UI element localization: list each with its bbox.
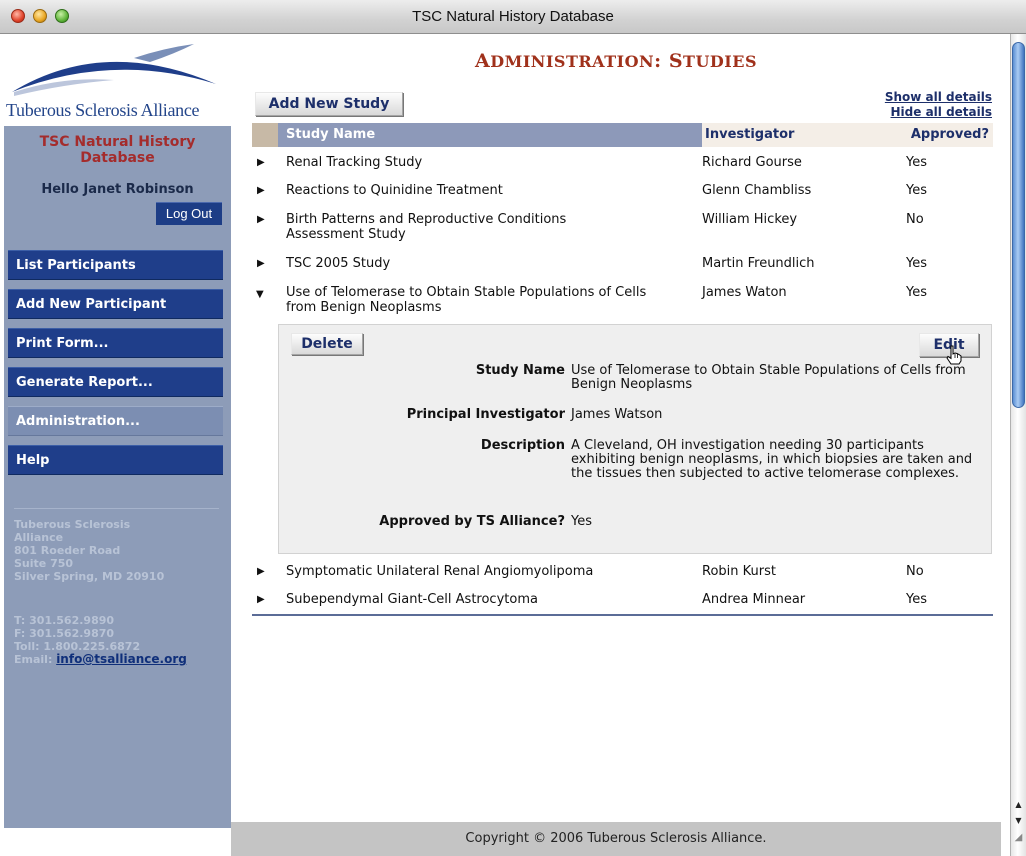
page-title-part: A bbox=[474, 50, 491, 72]
email-line: Email: info@tsalliance.org bbox=[14, 652, 187, 667]
show-all-details-link[interactable]: Show all details bbox=[885, 90, 992, 104]
detail-value-description: A Cleveland, OH investigation needing 30… bbox=[571, 438, 973, 481]
phone-number: T: 301.562.9890 bbox=[14, 614, 115, 627]
scroll-down-arrow-icon[interactable]: ▼ bbox=[1013, 816, 1024, 825]
study-name-cell: TSC 2005 Study bbox=[286, 256, 391, 271]
column-header-approved[interactable]: Approved? bbox=[911, 127, 989, 142]
address-line: 801 Roeder Road bbox=[14, 544, 121, 557]
approved-cell: Yes bbox=[906, 592, 927, 607]
expand-triangle-icon[interactable]: ▶ bbox=[257, 185, 265, 196]
investigator-cell: Andrea Minnear bbox=[702, 592, 806, 607]
expand-triangle-icon[interactable]: ▶ bbox=[257, 594, 265, 605]
logo[interactable]: Tuberous Sclerosis Alliance bbox=[4, 34, 231, 126]
email-link[interactable]: info@tsalliance.org bbox=[56, 652, 187, 666]
collapse-triangle-icon[interactable]: ▼ bbox=[256, 289, 264, 300]
expand-triangle-icon[interactable]: ▶ bbox=[257, 566, 265, 577]
investigator-cell: Richard Gourse bbox=[702, 155, 802, 170]
user-greeting: Hello Janet Robinson bbox=[41, 182, 194, 197]
study-name-cell: Subependymal Giant-Cell Astrocytoma bbox=[286, 592, 538, 607]
logout-button[interactable]: Log Out bbox=[156, 202, 222, 225]
approved-cell: No bbox=[906, 212, 924, 227]
add-new-study-button[interactable]: Add New Study bbox=[255, 92, 403, 116]
study-name-cell: Use of Telomerase to Obtain Stable Popul… bbox=[286, 285, 647, 315]
nav-add-new-participant[interactable]: Add New Participant bbox=[8, 289, 223, 319]
vertical-scrollbar[interactable]: ▲ ▼ ◢ bbox=[1010, 34, 1026, 856]
address-line: Tuberous Sclerosis bbox=[14, 518, 131, 531]
approved-cell: No bbox=[906, 564, 924, 579]
investigator-cell: William Hickey bbox=[702, 212, 798, 227]
approved-cell: Yes bbox=[906, 183, 927, 198]
detail-value-study-name: Use of Telomerase to Obtain Stable Popul… bbox=[571, 363, 966, 392]
copyright-text: Copyright © 2006 Tuberous Sclerosis Alli… bbox=[465, 831, 767, 846]
study-name-cell: Renal Tracking Study bbox=[286, 155, 423, 170]
logo-text: Tuberous Sclerosis Alliance bbox=[6, 100, 200, 120]
approved-cell: Yes bbox=[906, 155, 927, 170]
investigator-cell: Martin Freundlich bbox=[702, 256, 815, 271]
table-bottom-rule bbox=[252, 614, 993, 616]
table-header: Study Name Investigator Approved? bbox=[252, 123, 993, 147]
sidebar: Tuberous Sclerosis Alliance TSC Natural … bbox=[4, 34, 231, 828]
detail-value-approved: Yes bbox=[571, 514, 592, 529]
address-line: Alliance bbox=[14, 531, 64, 544]
main-content: ADMINISTRATION: STUDIES Add New Study Sh… bbox=[231, 34, 1001, 822]
fax-number: F: 301.562.9870 bbox=[14, 627, 115, 640]
expand-triangle-icon[interactable]: ▶ bbox=[257, 214, 265, 225]
page-title-part: TUDIES bbox=[683, 52, 758, 71]
swoosh-logo-icon bbox=[12, 44, 216, 96]
footer: Copyright © 2006 Tuberous Sclerosis Alli… bbox=[231, 822, 1001, 856]
study-name-cell: Reactions to Quinidine Treatment bbox=[286, 183, 503, 198]
hide-all-details-link[interactable]: Hide all details bbox=[891, 105, 993, 119]
nav-administration[interactable]: Administration... bbox=[8, 406, 223, 436]
hand-cursor-icon bbox=[946, 345, 962, 365]
address-block: Tuberous Sclerosis Alliance 801 Roeder R… bbox=[14, 518, 164, 583]
address-line: Suite 750 bbox=[14, 557, 74, 570]
nav-generate-report[interactable]: Generate Report... bbox=[8, 367, 223, 397]
study-name-cell: Symptomatic Unilateral Renal Angiomyolip… bbox=[286, 564, 594, 579]
study-detail-panel: Delete Edit Study Name Use of Telomerase… bbox=[278, 324, 992, 554]
window-titlebar: TSC Natural History Database bbox=[0, 0, 1026, 34]
study-name-cell: Birth Patterns and Reproductive Conditio… bbox=[286, 212, 567, 242]
delete-button[interactable]: Delete bbox=[291, 333, 363, 355]
contact-block: T: 301.562.9890 F: 301.562.9870 Toll: 1.… bbox=[14, 614, 187, 666]
detail-label-study-name: Study Name bbox=[475, 363, 565, 378]
page-title-part: DMINISTRATION bbox=[490, 52, 655, 71]
detail-label-principal-investigator: Principal Investigator bbox=[406, 407, 565, 422]
detail-label-description: Description bbox=[480, 438, 565, 453]
nav-print-form[interactable]: Print Form... bbox=[8, 328, 223, 358]
nav-list-participants[interactable]: List Participants bbox=[8, 250, 223, 280]
page-title: ADMINISTRATION: STUDIES bbox=[231, 50, 1001, 72]
page-title-part: S bbox=[668, 50, 684, 72]
email-label: Email: bbox=[14, 653, 53, 666]
header-spacer bbox=[252, 123, 278, 147]
column-header-investigator: Investigator bbox=[705, 127, 795, 142]
sidebar-database-title: TSC Natural History Database bbox=[39, 134, 196, 166]
detail-label-approved: Approved by TS Alliance? bbox=[379, 514, 565, 529]
address-line: Silver Spring, MD 20910 bbox=[14, 570, 165, 583]
detail-value-principal-investigator: James Watson bbox=[571, 407, 663, 422]
investigator-cell: Robin Kurst bbox=[702, 564, 776, 579]
nav-help[interactable]: Help bbox=[8, 445, 223, 475]
investigator-cell: James Waton bbox=[702, 285, 787, 300]
expand-triangle-icon[interactable]: ▶ bbox=[257, 157, 265, 168]
scrollbar-thumb[interactable] bbox=[1012, 42, 1025, 408]
page-title-part: : bbox=[654, 50, 669, 72]
resize-grip-icon[interactable]: ◢ bbox=[1012, 832, 1025, 848]
approved-cell: Yes bbox=[906, 285, 927, 300]
window-title: TSC Natural History Database bbox=[412, 8, 614, 25]
scroll-up-arrow-icon[interactable]: ▲ bbox=[1013, 800, 1024, 809]
sidebar-divider bbox=[14, 508, 219, 509]
investigator-cell: Glenn Chambliss bbox=[702, 183, 812, 198]
column-header-study-name[interactable]: Study Name bbox=[286, 127, 375, 142]
expand-triangle-icon[interactable]: ▶ bbox=[257, 258, 265, 269]
approved-cell: Yes bbox=[906, 256, 927, 271]
